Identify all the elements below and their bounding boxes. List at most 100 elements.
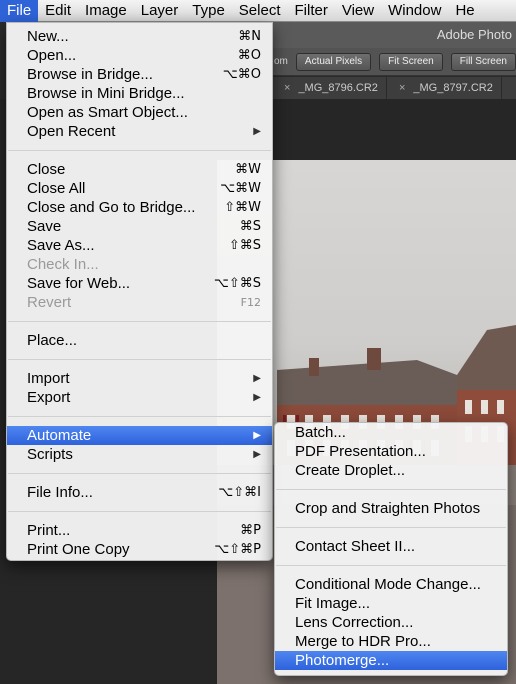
menu-separator — [275, 480, 507, 499]
automate-item-crop-and-straighten-photos[interactable]: Crop and Straighten Photos — [275, 499, 507, 518]
menu-separator — [7, 407, 272, 426]
menu-item-label: Save for Web... — [27, 275, 131, 292]
menu-separator — [7, 312, 272, 331]
menu-item-close-and-go-to-bridge[interactable]: Close and Go to Bridge... ⇧⌘W — [7, 198, 272, 217]
menu-filter[interactable]: Filter — [288, 0, 335, 22]
automate-item-contact-sheet-ii[interactable]: Contact Sheet II... — [275, 537, 507, 556]
menu-item-shortcut: ⌥⇧⌘I — [218, 485, 261, 500]
menu-item-revert: Revert F12 — [7, 293, 272, 312]
menu-window[interactable]: Window — [381, 0, 448, 22]
menu-item-label: Conditional Mode Change... — [295, 576, 481, 593]
menu-separator — [275, 518, 507, 537]
menu-item-check-in: Check In... — [7, 255, 272, 274]
options-bar: om Actual Pixels Fit Screen Fill Screen — [272, 48, 516, 76]
menu-item-open-as-smart-object[interactable]: Open as Smart Object... — [7, 103, 272, 122]
actual-pixels-button[interactable]: Actual Pixels — [295, 52, 372, 71]
menu-item-label: Place... — [27, 332, 78, 349]
menu-edit[interactable]: Edit — [38, 0, 78, 22]
menu-item-label: Open as Smart Object... — [27, 104, 188, 121]
menu-item-scripts[interactable]: Scripts ▶ — [7, 445, 272, 464]
menu-item-label: Browse in Mini Bridge... — [27, 85, 185, 102]
menu-item-close[interactable]: Close ⌘W — [7, 160, 272, 179]
menu-separator — [7, 464, 272, 483]
menu-item-label: Scripts — [27, 446, 73, 463]
close-icon[interactable]: × — [399, 82, 405, 94]
document-tabs: × _MG_8796.CR2 × _MG_8797.CR2 — [272, 77, 516, 99]
automate-submenu: Batch... PDF Presentation... Create Drople… — [274, 422, 508, 676]
menu-item-label: Browse in Bridge... — [27, 66, 153, 83]
menu-item-open[interactable]: Open... ⌘O — [7, 46, 272, 65]
menu-item-label: Import — [27, 370, 70, 387]
menu-separator — [275, 556, 507, 575]
submenu-arrow-icon: ▶ — [253, 449, 261, 460]
automate-item-lens-correction[interactable]: Lens Correction... — [275, 613, 507, 632]
fit-screen-button[interactable]: Fit Screen — [379, 52, 443, 71]
menu-item-save[interactable]: Save ⌘S — [7, 217, 272, 236]
menu-item-label: Close — [27, 161, 66, 178]
close-icon[interactable]: × — [284, 82, 290, 94]
menu-item-label: Lens Correction... — [295, 614, 414, 631]
menu-item-place[interactable]: Place... — [7, 331, 272, 350]
fill-screen-button[interactable]: Fill Screen — [450, 52, 516, 71]
automate-item-batch[interactable]: Batch... — [275, 423, 507, 442]
document-tab[interactable]: × _MG_8796.CR2 — [272, 77, 387, 99]
document-tab[interactable]: × _MG_8797.CR2 — [387, 77, 502, 99]
menu-help[interactable]: He — [448, 0, 481, 22]
menu-item-label: Close All — [27, 180, 86, 197]
menu-item-shortcut: ⌥⇧⌘S — [213, 276, 261, 291]
menu-item-label: Open Recent — [27, 123, 116, 140]
menu-item-shortcut: ⇧⌘S — [228, 238, 261, 253]
submenu-arrow-icon: ▶ — [253, 392, 261, 403]
automate-item-fit-image[interactable]: Fit Image... — [275, 594, 507, 613]
menu-item-label: PDF Presentation... — [295, 443, 426, 460]
menu-item-label: Create Droplet... — [295, 462, 406, 479]
menu-item-save-as[interactable]: Save As... ⇧⌘S — [7, 236, 272, 255]
menu-item-browse-in-mini-bridge[interactable]: Browse in Mini Bridge... — [7, 84, 272, 103]
submenu-arrow-icon: ▶ — [253, 126, 261, 137]
menu-item-shortcut: ⌘P — [240, 523, 261, 538]
automate-item-merge-to-hdr-pro[interactable]: Merge to HDR Pro... — [275, 632, 507, 651]
menu-separator — [7, 502, 272, 521]
automate-item-conditional-mode-change[interactable]: Conditional Mode Change... — [275, 575, 507, 594]
menu-item-automate[interactable]: Automate ▶ — [7, 426, 272, 445]
menu-type[interactable]: Type — [185, 0, 232, 22]
menu-item-new[interactable]: New... ⌘N — [7, 27, 272, 46]
menu-select[interactable]: Select — [232, 0, 288, 22]
menu-item-open-recent[interactable]: Open Recent ▶ — [7, 122, 272, 141]
menu-item-label: Print... — [27, 522, 71, 539]
menu-bar: File Edit Image Layer Type Select Filter… — [0, 0, 516, 22]
menu-item-shortcut: ⌘W — [235, 162, 261, 177]
menu-view[interactable]: View — [335, 0, 381, 22]
menu-separator — [7, 141, 272, 160]
menu-item-label: Save As... — [27, 237, 95, 254]
menu-item-import[interactable]: Import ▶ — [7, 369, 272, 388]
menu-item-shortcut: F12 — [240, 296, 261, 309]
menu-item-label: Merge to HDR Pro... — [295, 633, 431, 650]
menu-item-close-all[interactable]: Close All ⌥⌘W — [7, 179, 272, 198]
menu-item-shortcut: ⌥⌘W — [220, 181, 261, 196]
menu-item-label: New... — [27, 28, 69, 45]
document-tab-label: _MG_8797.CR2 — [413, 82, 493, 94]
menu-layer[interactable]: Layer — [134, 0, 186, 22]
menu-item-label: Photomerge... — [295, 652, 390, 669]
menu-image[interactable]: Image — [78, 0, 134, 22]
menu-item-export[interactable]: Export ▶ — [7, 388, 272, 407]
menu-item-print[interactable]: Print... ⌘P — [7, 521, 272, 540]
menu-item-shortcut: ⌘N — [238, 29, 261, 44]
zoom-option-fragment[interactable]: om — [274, 56, 288, 67]
automate-item-photomerge[interactable]: Photomerge... — [275, 651, 507, 670]
app-title: Adobe Photo — [272, 22, 516, 48]
automate-item-create-droplet[interactable]: Create Droplet... — [275, 461, 507, 480]
menu-item-file-info[interactable]: File Info... ⌥⇧⌘I — [7, 483, 272, 502]
menu-item-shortcut: ⌥⇧⌘P — [214, 542, 261, 557]
document-tab-label: _MG_8796.CR2 — [298, 82, 378, 94]
automate-item-pdf-presentation[interactable]: PDF Presentation... — [275, 442, 507, 461]
menu-item-shortcut: ⌥⌘O — [222, 67, 261, 82]
menu-item-save-for-web[interactable]: Save for Web... ⌥⇧⌘S — [7, 274, 272, 293]
menu-item-label: Save — [27, 218, 62, 235]
file-menu: New... ⌘N Open... ⌘O Browse in Bridge... ⌥⌘O B… — [6, 22, 273, 561]
menu-item-browse-in-bridge[interactable]: Browse in Bridge... ⌥⌘O — [7, 65, 272, 84]
menu-item-print-one-copy[interactable]: Print One Copy ⌥⇧⌘P — [7, 540, 272, 559]
menu-item-label: Open... — [27, 47, 77, 64]
menu-file[interactable]: File — [0, 0, 39, 22]
